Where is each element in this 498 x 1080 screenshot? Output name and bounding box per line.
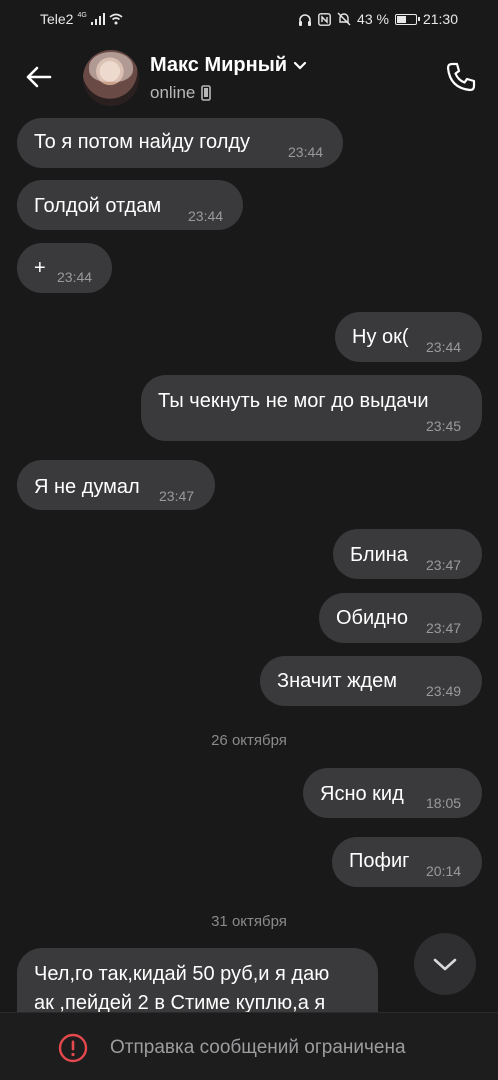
message-time: 23:45 <box>426 418 462 434</box>
chevron-down-icon <box>433 958 457 971</box>
message-text: Значит ждем <box>277 670 398 692</box>
clock: 21:30 <box>422 11 458 27</box>
message-time: 23:49 <box>426 683 462 699</box>
contact-status: online <box>150 83 212 103</box>
nfc-icon <box>318 12 331 26</box>
message-outgoing[interactable]: Ясно кид 18:05 <box>303 768 482 818</box>
message-time: 23:47 <box>426 557 462 573</box>
battery-percent: 43 % <box>357 11 389 27</box>
message-text: Обидно <box>336 607 409 629</box>
message-outgoing[interactable]: Ты чекнуть не мог до выдачи 23:45 <box>141 375 482 441</box>
date-separator: 31 октября <box>211 913 287 930</box>
message-time: 23:47 <box>426 620 462 636</box>
mute-icon <box>337 12 351 26</box>
message-incoming[interactable]: + 23:44 <box>17 243 112 293</box>
scroll-to-bottom-button[interactable] <box>414 933 476 995</box>
message-incoming[interactable]: То я потом найду голду 23:44 <box>17 118 343 168</box>
chat-header: Макс Мирный online <box>0 38 498 118</box>
restriction-text: Отправка сообщений ограничена <box>110 1037 406 1058</box>
battery-icon <box>394 13 420 25</box>
chevron-down-icon <box>293 61 307 70</box>
signal-icon <box>90 13 105 25</box>
message-incoming[interactable]: Я не думал 23:47 <box>17 460 215 510</box>
phone-icon <box>446 62 476 92</box>
message-outgoing[interactable]: Ну ок( 23:44 <box>335 312 482 362</box>
message-time: 23:47 <box>159 488 195 504</box>
message-text: Ну ок( <box>352 326 409 348</box>
message-time: 20:14 <box>426 863 462 879</box>
message-text: + <box>34 257 46 279</box>
message-text: Блина <box>350 544 408 566</box>
exclamation-circle-icon <box>58 1033 88 1063</box>
contact-name-button[interactable]: Макс Мирный <box>150 54 307 77</box>
message-text: Голдой отдам <box>34 195 162 217</box>
message-incoming[interactable]: Чел,го так,кидай 50 руб,и я даю ак ,пейд… <box>17 948 378 1012</box>
carrier-label: Tele2 <box>40 11 74 27</box>
message-incoming[interactable]: Голдой отдам 23:44 <box>17 180 243 230</box>
message-time: 18:05 <box>426 795 462 811</box>
restriction-bar: Отправка сообщений ограничена <box>0 1012 498 1080</box>
message-time: 23:44 <box>188 208 224 224</box>
message-text: Пофиг <box>349 850 410 872</box>
message-outgoing[interactable]: Обидно 23:47 <box>319 593 482 643</box>
message-text: Я не думал <box>34 476 140 498</box>
back-button[interactable] <box>22 60 56 94</box>
call-button[interactable] <box>444 60 478 94</box>
network-type: 4G <box>77 11 87 19</box>
message-text: Ясно кид <box>320 783 404 805</box>
message-text-line: ак ,пейдей 2 в Стиме куплю,а я <box>34 992 326 1012</box>
status-bar-right: 43 % 21:30 <box>298 11 458 27</box>
mobile-device-icon <box>201 85 212 101</box>
date-separator: 26 октября <box>211 732 287 749</box>
message-text-line: Чел,го так,кидай 50 руб,и я даю <box>34 963 330 985</box>
arrow-left-icon <box>26 66 52 88</box>
status-bar-left: Tele2 4G <box>40 11 123 27</box>
message-outgoing[interactable]: Пофиг 20:14 <box>332 837 482 887</box>
status-bar: Tele2 4G 43 % 21:30 <box>0 0 498 38</box>
message-outgoing[interactable]: Блина 23:47 <box>333 529 482 579</box>
message-outgoing[interactable]: Значит ждем 23:49 <box>260 656 482 706</box>
message-text: Ты чекнуть не мог до выдачи <box>158 390 429 412</box>
message-time: 23:44 <box>57 269 93 285</box>
message-time: 23:44 <box>426 339 462 355</box>
message-list[interactable]: То я потом найду голду 23:44 Голдой отда… <box>0 118 498 1012</box>
message-text: То я потом найду голду <box>34 131 251 153</box>
message-time: 23:44 <box>288 144 324 160</box>
online-status: online <box>150 83 196 102</box>
avatar[interactable] <box>83 50 139 106</box>
headphones-icon <box>299 13 312 26</box>
contact-name: Макс Мирный <box>150 54 288 76</box>
wifi-icon <box>109 13 123 25</box>
